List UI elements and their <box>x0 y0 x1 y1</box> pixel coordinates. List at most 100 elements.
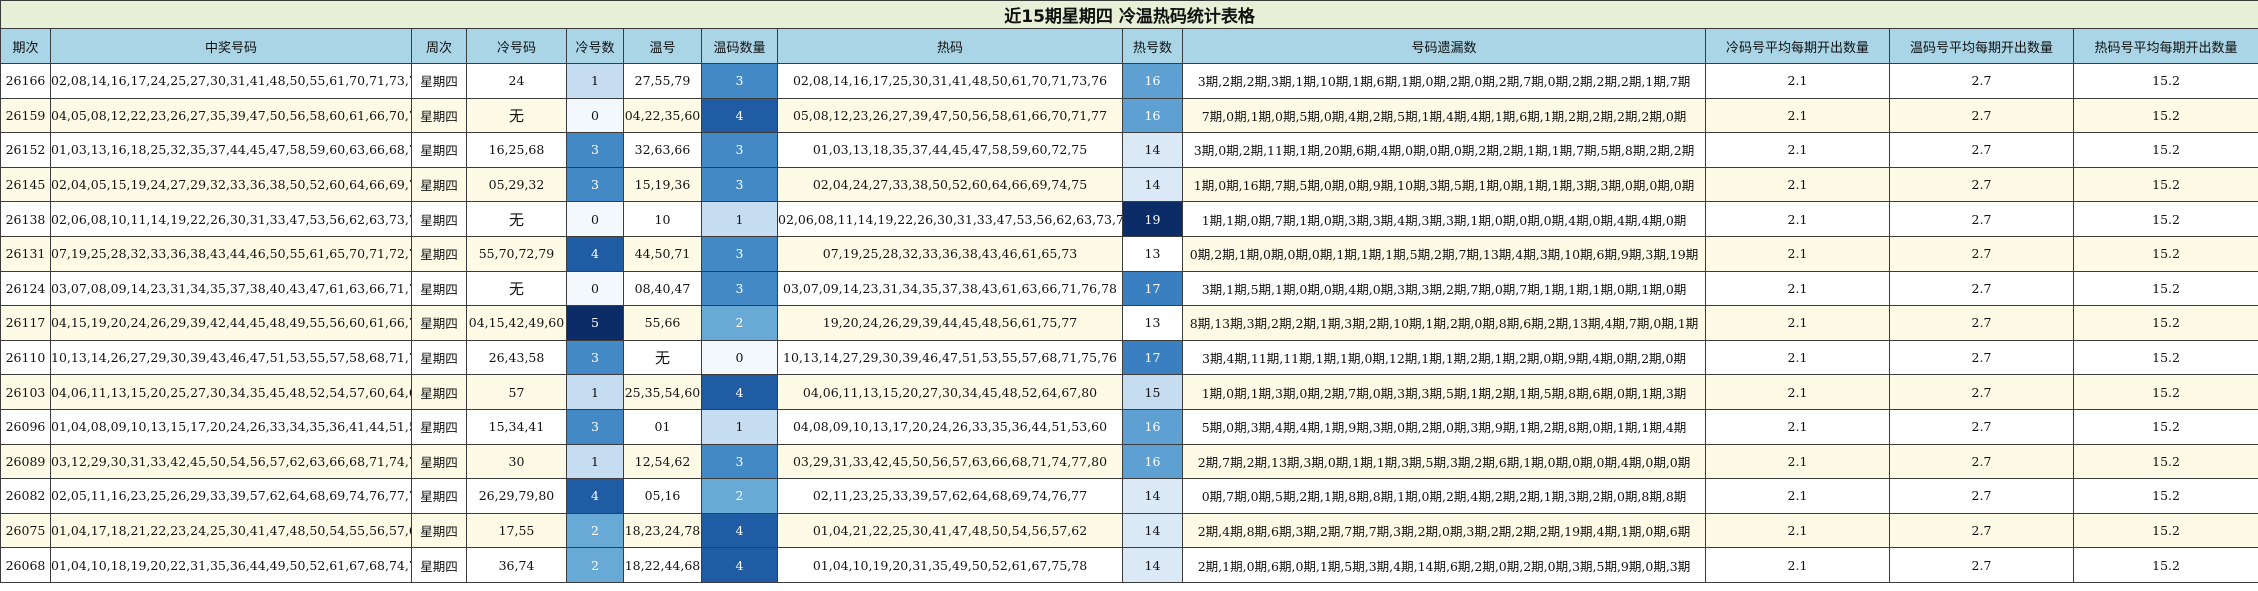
avg-cold-cell: 2.1 <box>1705 63 1890 99</box>
avg-hot-cell: 15.2 <box>2072 270 2258 307</box>
issue-cell: 26103 <box>0 374 51 410</box>
header-row: 期次 中奖号码 周次 冷号码 冷号数 温号 温码数量 热码 热号数 号码遗漏数 冷码号平均每期开出数… <box>0 28 2258 64</box>
hot-numbers-cell: 02,08,14,16,17,25,30,31,41,48,50,61,70,7… <box>777 63 1123 99</box>
cold-count-cell: 2 <box>566 547 624 583</box>
issue-cell: 26082 <box>0 478 51 514</box>
avg-cold-cell: 2.1 <box>1705 305 1890 341</box>
warm-numbers-cell: 55,66 <box>623 305 702 341</box>
avg-hot-cell: 15.2 <box>2072 132 2258 168</box>
warm-numbers-cell: 25,35,54,60 <box>623 374 702 410</box>
cold-numbers-cell: 16,25,68 <box>466 132 567 168</box>
avg-warm-cell: 2.7 <box>1889 305 2074 341</box>
table-row: 26103 04,06,11,13,15,20,25,27,30,34,35,45… <box>0 374 2258 410</box>
issue-cell: 26124 <box>0 270 51 307</box>
column-header: 中奖号码 <box>50 28 412 64</box>
avg-hot-cell: 15.2 <box>2072 305 2258 341</box>
warm-count-cell: 4 <box>701 97 778 134</box>
warm-count-cell: 4 <box>701 374 778 410</box>
hot-count-cell: 13 <box>1122 235 1183 272</box>
column-header: 热号数 <box>1122 28 1183 64</box>
winning-numbers-cell: 07,19,25,28,32,33,36,38,43,44,46,50,55,6… <box>50 235 412 272</box>
cold-numbers-cell: 26,43,58 <box>466 339 567 376</box>
issue-cell: 26096 <box>0 408 51 445</box>
warm-count-cell: 3 <box>701 235 778 272</box>
winning-numbers-cell: 02,05,11,16,23,25,26,29,33,39,57,62,64,6… <box>50 478 412 514</box>
warm-numbers-cell: 44,50,71 <box>623 235 702 272</box>
hot-numbers-cell: 02,04,24,27,33,38,50,52,60,64,66,69,74,7… <box>777 166 1123 203</box>
cold-count-cell: 0 <box>566 201 624 237</box>
cold-count-cell: 1 <box>566 443 624 480</box>
miss-count-cell: 7期,0期,1期,0期,5期,0期,4期,2期,5期,1期,4期,4期,1期,6… <box>1182 97 1706 134</box>
winning-numbers-cell: 03,07,08,09,14,23,31,34,35,37,38,40,43,4… <box>50 270 412 307</box>
column-header: 冷号数 <box>566 28 624 64</box>
hot-count-cell: 14 <box>1122 478 1183 514</box>
table-body: 26166 02,08,14,16,17,24,25,27,30,31,41,48… <box>0 63 2258 583</box>
warm-count-cell: 3 <box>701 443 778 480</box>
warm-numbers-cell: 10 <box>623 201 702 237</box>
miss-count-cell: 8期,13期,3期,2期,2期,1期,3期,2期,10期,1期,2期,0期,8期… <box>1182 305 1706 341</box>
column-header: 热码号平均每期开出数量 <box>2072 28 2258 64</box>
weekday-cell: 星期四 <box>411 443 467 480</box>
avg-hot-cell: 15.2 <box>2072 478 2258 514</box>
weekday-cell: 星期四 <box>411 512 467 549</box>
miss-count-cell: 2期,1期,0期,6期,0期,1期,5期,3期,4期,14期,6期,2期,0期,… <box>1182 547 1706 583</box>
avg-cold-cell: 2.1 <box>1705 270 1890 307</box>
avg-cold-cell: 2.1 <box>1705 235 1890 272</box>
avg-hot-cell: 15.2 <box>2072 63 2258 99</box>
avg-warm-cell: 2.7 <box>1889 547 2074 583</box>
hot-count-cell: 19 <box>1122 201 1183 237</box>
avg-warm-cell: 2.7 <box>1889 478 2074 514</box>
column-header: 号码遗漏数 <box>1182 28 1706 64</box>
avg-cold-cell: 2.1 <box>1705 478 1890 514</box>
issue-cell: 26089 <box>0 443 51 480</box>
avg-warm-cell: 2.7 <box>1889 408 2074 445</box>
avg-cold-cell: 2.1 <box>1705 339 1890 376</box>
warm-numbers-cell: 15,19,36 <box>623 166 702 203</box>
table-row: 26068 01,04,10,18,19,20,22,31,35,36,44,49… <box>0 547 2258 583</box>
hot-count-cell: 14 <box>1122 166 1183 203</box>
warm-count-cell: 2 <box>701 478 778 514</box>
issue-cell: 26138 <box>0 201 51 237</box>
cold-numbers-cell: 36,74 <box>466 547 567 583</box>
cold-numbers-cell: 26,29,79,80 <box>466 478 567 514</box>
avg-hot-cell: 15.2 <box>2072 97 2258 134</box>
hot-numbers-cell: 03,07,09,14,23,31,34,35,37,38,43,61,63,6… <box>777 270 1123 307</box>
column-header: 温号 <box>623 28 702 64</box>
issue-cell: 26068 <box>0 547 51 583</box>
table-row: 26145 02,04,05,15,19,24,27,29,32,33,36,38… <box>0 166 2258 203</box>
hot-numbers-cell: 02,06,08,11,14,19,22,26,30,31,33,47,53,5… <box>777 201 1123 237</box>
cold-count-cell: 4 <box>566 478 624 514</box>
warm-count-cell: 1 <box>701 201 778 237</box>
avg-hot-cell: 15.2 <box>2072 235 2258 272</box>
cold-count-cell: 0 <box>566 97 624 134</box>
avg-hot-cell: 15.2 <box>2072 374 2258 410</box>
warm-count-cell: 2 <box>701 305 778 341</box>
avg-hot-cell: 15.2 <box>2072 547 2258 583</box>
winning-numbers-cell: 04,06,11,13,15,20,25,27,30,34,35,45,48,5… <box>50 374 412 410</box>
hot-count-cell: 13 <box>1122 305 1183 341</box>
issue-cell: 26110 <box>0 339 51 376</box>
cold-count-cell: 3 <box>566 132 624 168</box>
avg-warm-cell: 2.7 <box>1889 512 2074 549</box>
miss-count-cell: 0期,7期,0期,5期,2期,1期,8期,8期,1期,0期,2期,4期,2期,2… <box>1182 478 1706 514</box>
miss-count-cell: 5期,0期,3期,4期,4期,1期,9期,3期,0期,2期,0期,3期,9期,1… <box>1182 408 1706 445</box>
cold-count-cell: 0 <box>566 270 624 307</box>
avg-warm-cell: 2.7 <box>1889 132 2074 168</box>
issue-cell: 26131 <box>0 235 51 272</box>
avg-warm-cell: 2.7 <box>1889 235 2074 272</box>
avg-warm-cell: 2.7 <box>1889 63 2074 99</box>
warm-count-cell: 3 <box>701 166 778 203</box>
hot-numbers-cell: 03,29,31,33,42,45,50,56,57,63,66,68,71,7… <box>777 443 1123 480</box>
avg-warm-cell: 2.7 <box>1889 339 2074 376</box>
weekday-cell: 星期四 <box>411 547 467 583</box>
miss-count-cell: 2期,4期,8期,6期,3期,2期,7期,7期,3期,2期,0期,3期,2期,2… <box>1182 512 1706 549</box>
avg-hot-cell: 15.2 <box>2072 443 2258 480</box>
cold-numbers-cell: 05,29,32 <box>466 166 567 203</box>
avg-cold-cell: 2.1 <box>1705 97 1890 134</box>
avg-hot-cell: 15.2 <box>2072 201 2258 237</box>
warm-numbers-cell: 18,22,44,68 <box>623 547 702 583</box>
avg-cold-cell: 2.1 <box>1705 201 1890 237</box>
cold-count-cell: 4 <box>566 235 624 272</box>
cold-numbers-cell: 04,15,42,49,60 <box>466 305 567 341</box>
miss-count-cell: 2期,7期,2期,13期,3期,0期,1期,1期,3期,5期,3期,2期,6期,… <box>1182 443 1706 480</box>
